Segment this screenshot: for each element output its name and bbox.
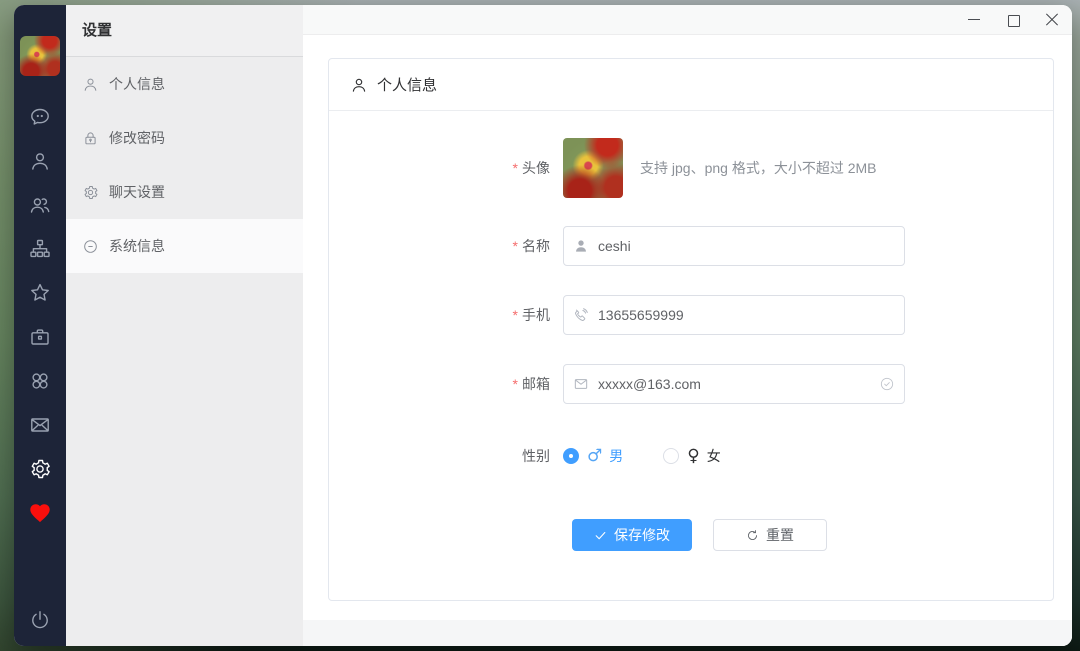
chat-icon[interactable] bbox=[28, 105, 52, 129]
gender-option-female[interactable]: ♀ 女 bbox=[663, 446, 720, 466]
check-icon bbox=[594, 529, 607, 542]
org-icon[interactable] bbox=[28, 237, 52, 261]
name-row: * 名称 bbox=[329, 226, 1053, 266]
apps-icon[interactable] bbox=[28, 369, 52, 393]
message-circle-icon bbox=[82, 238, 99, 255]
name-input[interactable] bbox=[563, 226, 905, 266]
avatar-upload[interactable] bbox=[563, 138, 623, 198]
required-mark: * bbox=[513, 307, 518, 323]
sidebar-item-label: 个人信息 bbox=[109, 74, 165, 94]
required-mark: * bbox=[513, 376, 518, 392]
phone-label: 手机 bbox=[522, 305, 550, 325]
sidebar-item-label: 修改密码 bbox=[109, 128, 165, 148]
mail-icon[interactable] bbox=[28, 413, 52, 437]
user-filled-icon bbox=[573, 238, 589, 254]
save-button[interactable]: 保存修改 bbox=[572, 519, 692, 551]
gender-option-male[interactable]: ♂ 男 bbox=[563, 446, 623, 466]
email-label: 邮箱 bbox=[522, 374, 550, 394]
work-icon[interactable] bbox=[28, 325, 52, 349]
profile-card: 个人信息 * 头像 支持 jpg、png 格式，大小不超过 2MB bbox=[328, 58, 1054, 601]
buttons-row: 保存修改 重置 bbox=[329, 519, 1053, 551]
phone-input[interactable] bbox=[563, 295, 905, 335]
sidebar-item-label: 聊天设置 bbox=[109, 182, 165, 202]
sidebar-item-profile[interactable]: 个人信息 bbox=[66, 57, 303, 111]
required-mark: * bbox=[513, 238, 518, 254]
star-icon[interactable] bbox=[28, 281, 52, 305]
sidebar-item-system-info[interactable]: 系统信息 bbox=[66, 219, 303, 273]
avatar-row: * 头像 支持 jpg、png 格式，大小不超过 2MB bbox=[329, 138, 1053, 198]
settings-sidebar: 设置 个人信息 修改密码 聊天设置 系统信息 bbox=[66, 5, 303, 646]
sidebar-item-label: 系统信息 bbox=[109, 236, 165, 256]
card-header: 个人信息 bbox=[329, 59, 1053, 111]
lock-icon bbox=[82, 130, 99, 147]
icon-rail bbox=[14, 5, 66, 646]
app-window: 设置 个人信息 修改密码 聊天设置 系统信息 个人 bbox=[14, 5, 1072, 646]
settings-content: 个人信息 * 头像 支持 jpg、png 格式，大小不超过 2MB bbox=[303, 35, 1072, 646]
heart-icon[interactable] bbox=[28, 501, 52, 525]
phone-icon bbox=[573, 307, 589, 323]
male-option-label: 男 bbox=[609, 446, 623, 466]
maximize-button[interactable] bbox=[1006, 13, 1020, 27]
radio-checked[interactable] bbox=[563, 448, 579, 464]
sidebar-item-password[interactable]: 修改密码 bbox=[66, 111, 303, 165]
close-button[interactable] bbox=[1045, 13, 1059, 27]
gear-icon bbox=[82, 184, 99, 201]
profile-form: * 头像 支持 jpg、png 格式，大小不超过 2MB * 名称 bbox=[329, 111, 1053, 551]
person-icon bbox=[350, 76, 368, 94]
content-footer bbox=[303, 620, 1072, 646]
check-circle-icon bbox=[879, 376, 895, 392]
radio-unchecked[interactable] bbox=[663, 448, 679, 464]
email-row: * 邮箱 bbox=[329, 364, 1053, 404]
name-label: 名称 bbox=[522, 236, 550, 256]
contact-icon[interactable] bbox=[28, 149, 52, 173]
reset-button[interactable]: 重置 bbox=[713, 519, 827, 551]
sidebar-title: 设置 bbox=[66, 5, 303, 57]
female-symbol-icon: ♀ bbox=[687, 446, 699, 466]
user-avatar[interactable] bbox=[20, 36, 60, 76]
male-symbol-icon: ♂ bbox=[587, 446, 602, 466]
avatar-hint: 支持 jpg、png 格式，大小不超过 2MB bbox=[640, 158, 877, 178]
email-input[interactable] bbox=[563, 364, 905, 404]
user-icon bbox=[82, 76, 99, 93]
main-area: 个人信息 * 头像 支持 jpg、png 格式，大小不超过 2MB bbox=[303, 5, 1072, 646]
avatar-label: 头像 bbox=[522, 158, 550, 178]
female-option-label: 女 bbox=[707, 446, 721, 466]
minimize-button[interactable] bbox=[967, 13, 981, 27]
card-title: 个人信息 bbox=[377, 74, 437, 95]
titlebar bbox=[303, 5, 1072, 35]
gender-label: 性别 bbox=[522, 446, 550, 466]
sidebar-item-chat-settings[interactable]: 聊天设置 bbox=[66, 165, 303, 219]
refresh-icon bbox=[746, 529, 759, 542]
settings-icon[interactable] bbox=[28, 457, 52, 481]
phone-row: * 手机 bbox=[329, 295, 1053, 335]
gender-row: 性别 ♂ 男 ♀ 女 bbox=[329, 442, 1053, 470]
required-mark: * bbox=[513, 160, 518, 176]
group-icon[interactable] bbox=[28, 193, 52, 217]
envelope-icon bbox=[573, 376, 589, 392]
power-icon[interactable] bbox=[28, 608, 52, 632]
